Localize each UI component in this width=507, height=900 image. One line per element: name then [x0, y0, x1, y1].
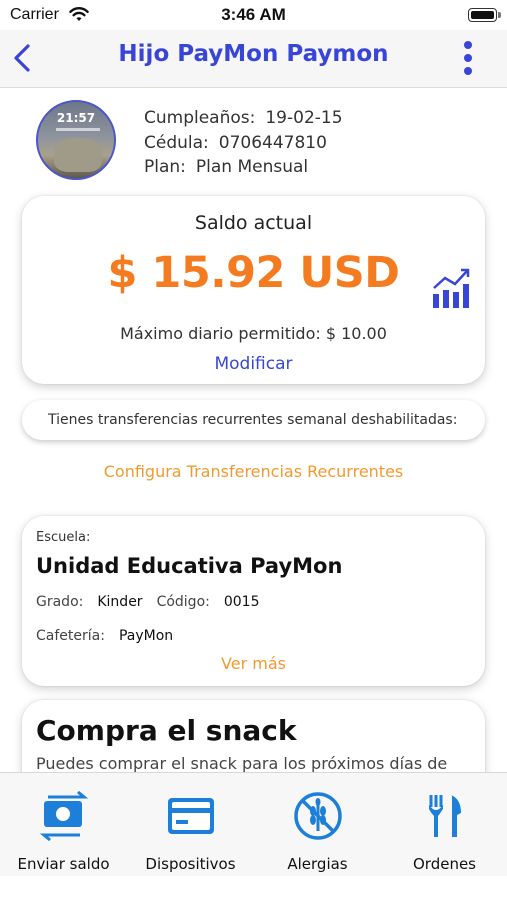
id-row: Cédula: 0706447810: [144, 133, 327, 153]
balance-amount: $ 15.92 USD: [107, 248, 400, 298]
tab-devices-label: Dispositivos: [145, 855, 236, 873]
id-value: 0706447810: [218, 133, 327, 153]
avatar-cat-image: [54, 138, 102, 172]
more-options-icon[interactable]: [463, 41, 473, 75]
tab-orders[interactable]: Ordenes: [381, 773, 507, 877]
grade-value: Kinder: [97, 594, 143, 610]
page-title: Hijo PayMon Paymon: [118, 41, 389, 67]
school-label: Escuela:: [36, 530, 91, 545]
grade-label: Grado:: [36, 594, 84, 610]
home-indicator-area: [0, 876, 507, 900]
snack-description: Puedes comprar el snack para los próximo…: [36, 754, 448, 773]
credit-card-icon: [168, 798, 214, 834]
battery-icon: [468, 8, 501, 22]
birthday-label: Cumpleaños:: [144, 108, 256, 128]
grade-code-row: Grado: Kinder Código: 0015: [36, 594, 260, 610]
bar-chart-trend-icon[interactable]: [431, 266, 471, 310]
balance-card: Saldo actual $ 15.92 USD Máximo diario p…: [22, 196, 485, 384]
no-wheat-icon: [294, 792, 342, 840]
id-label: Cédula:: [144, 133, 209, 153]
tab-devices[interactable]: Dispositivos: [127, 773, 254, 877]
birthday-row: Cumpleaños: 19-02-15: [144, 108, 343, 128]
tab-send-balance[interactable]: Enviar saldo: [0, 773, 127, 877]
cafeteria-value: PayMon: [118, 628, 174, 644]
school-name: Unidad Educativa PayMon: [36, 554, 343, 578]
back-chevron-icon[interactable]: [8, 40, 38, 76]
tab-allergies[interactable]: Alergias: [254, 773, 381, 877]
daily-max-text: Máximo diario permitido: $ 10.00: [120, 324, 387, 343]
recurrent-status-pill: Tienes transferencias recurrentes semana…: [22, 400, 485, 440]
cafeteria-label: Cafetería:: [36, 628, 105, 644]
status-bar: Carrier 3:46 AM: [0, 0, 507, 30]
cafeteria-row: Cafetería: PayMon: [36, 628, 173, 644]
tab-allergies-label: Alergias: [287, 855, 348, 873]
tab-orders-label: Ordenes: [412, 855, 476, 873]
plan-row: Plan: Plan Mensual: [144, 157, 308, 177]
configure-recurrent-link[interactable]: Configura Transferencias Recurrentes: [0, 462, 507, 481]
code-label: Código:: [156, 594, 210, 610]
tab-bar: Enviar saldo Dispositivos Alergias Orden…: [0, 772, 507, 876]
plan-label: Plan:: [144, 157, 186, 177]
plan-value: Plan Mensual: [195, 157, 309, 177]
fork-knife-icon: [429, 795, 461, 837]
code-value: 0015: [223, 594, 260, 610]
modify-link[interactable]: Modificar: [22, 354, 485, 374]
clock: 3:46 AM: [221, 5, 286, 24]
avatar[interactable]: 21:57: [36, 100, 116, 180]
money-transfer-icon: [39, 791, 89, 841]
avatar-clock-text: 21:57: [56, 111, 96, 125]
see-more-link[interactable]: Ver más: [22, 654, 485, 673]
school-card: Escuela: Unidad Educativa PayMon Grado: K…: [22, 516, 485, 686]
child-profile: 21:57 Cumpleaños: 19-02-15 Cédula: 0706447…: [36, 100, 476, 184]
balance-label: Saldo actual: [194, 212, 313, 234]
avatar-decoration: [56, 128, 100, 131]
navigation-bar: Hijo PayMon Paymon: [0, 30, 507, 88]
birthday-value: 19-02-15: [265, 108, 343, 128]
snack-title: Compra el snack: [36, 714, 297, 747]
tab-send-balance-label: Enviar saldo: [17, 855, 110, 873]
recurrent-status-text: Tienes transferencias recurrentes semana…: [48, 412, 458, 428]
